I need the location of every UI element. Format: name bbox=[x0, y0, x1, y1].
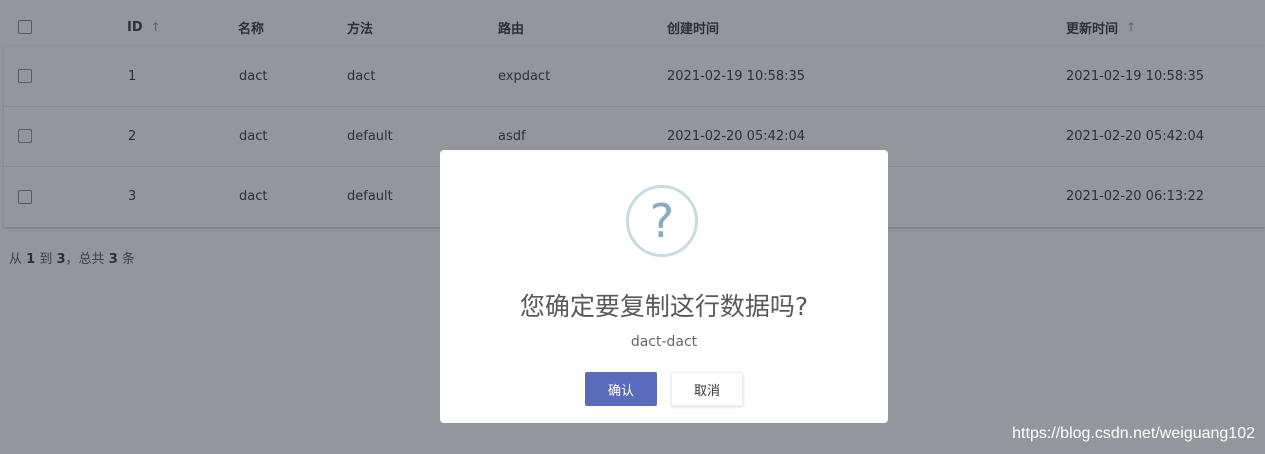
question-icon: ? bbox=[626, 185, 698, 257]
confirm-dialog: ? 您确定要复制这行数据吗? dact-dact 确认 取消 bbox=[440, 150, 888, 423]
watermark-text: https://blog.csdn.net/weiguang102 bbox=[1012, 425, 1255, 442]
cancel-button[interactable]: 取消 bbox=[671, 372, 743, 406]
confirm-button[interactable]: 确认 bbox=[585, 372, 657, 406]
dialog-text: dact-dact bbox=[630, 334, 698, 350]
dialog-title: 您确定要复制这行数据吗? bbox=[519, 292, 809, 321]
